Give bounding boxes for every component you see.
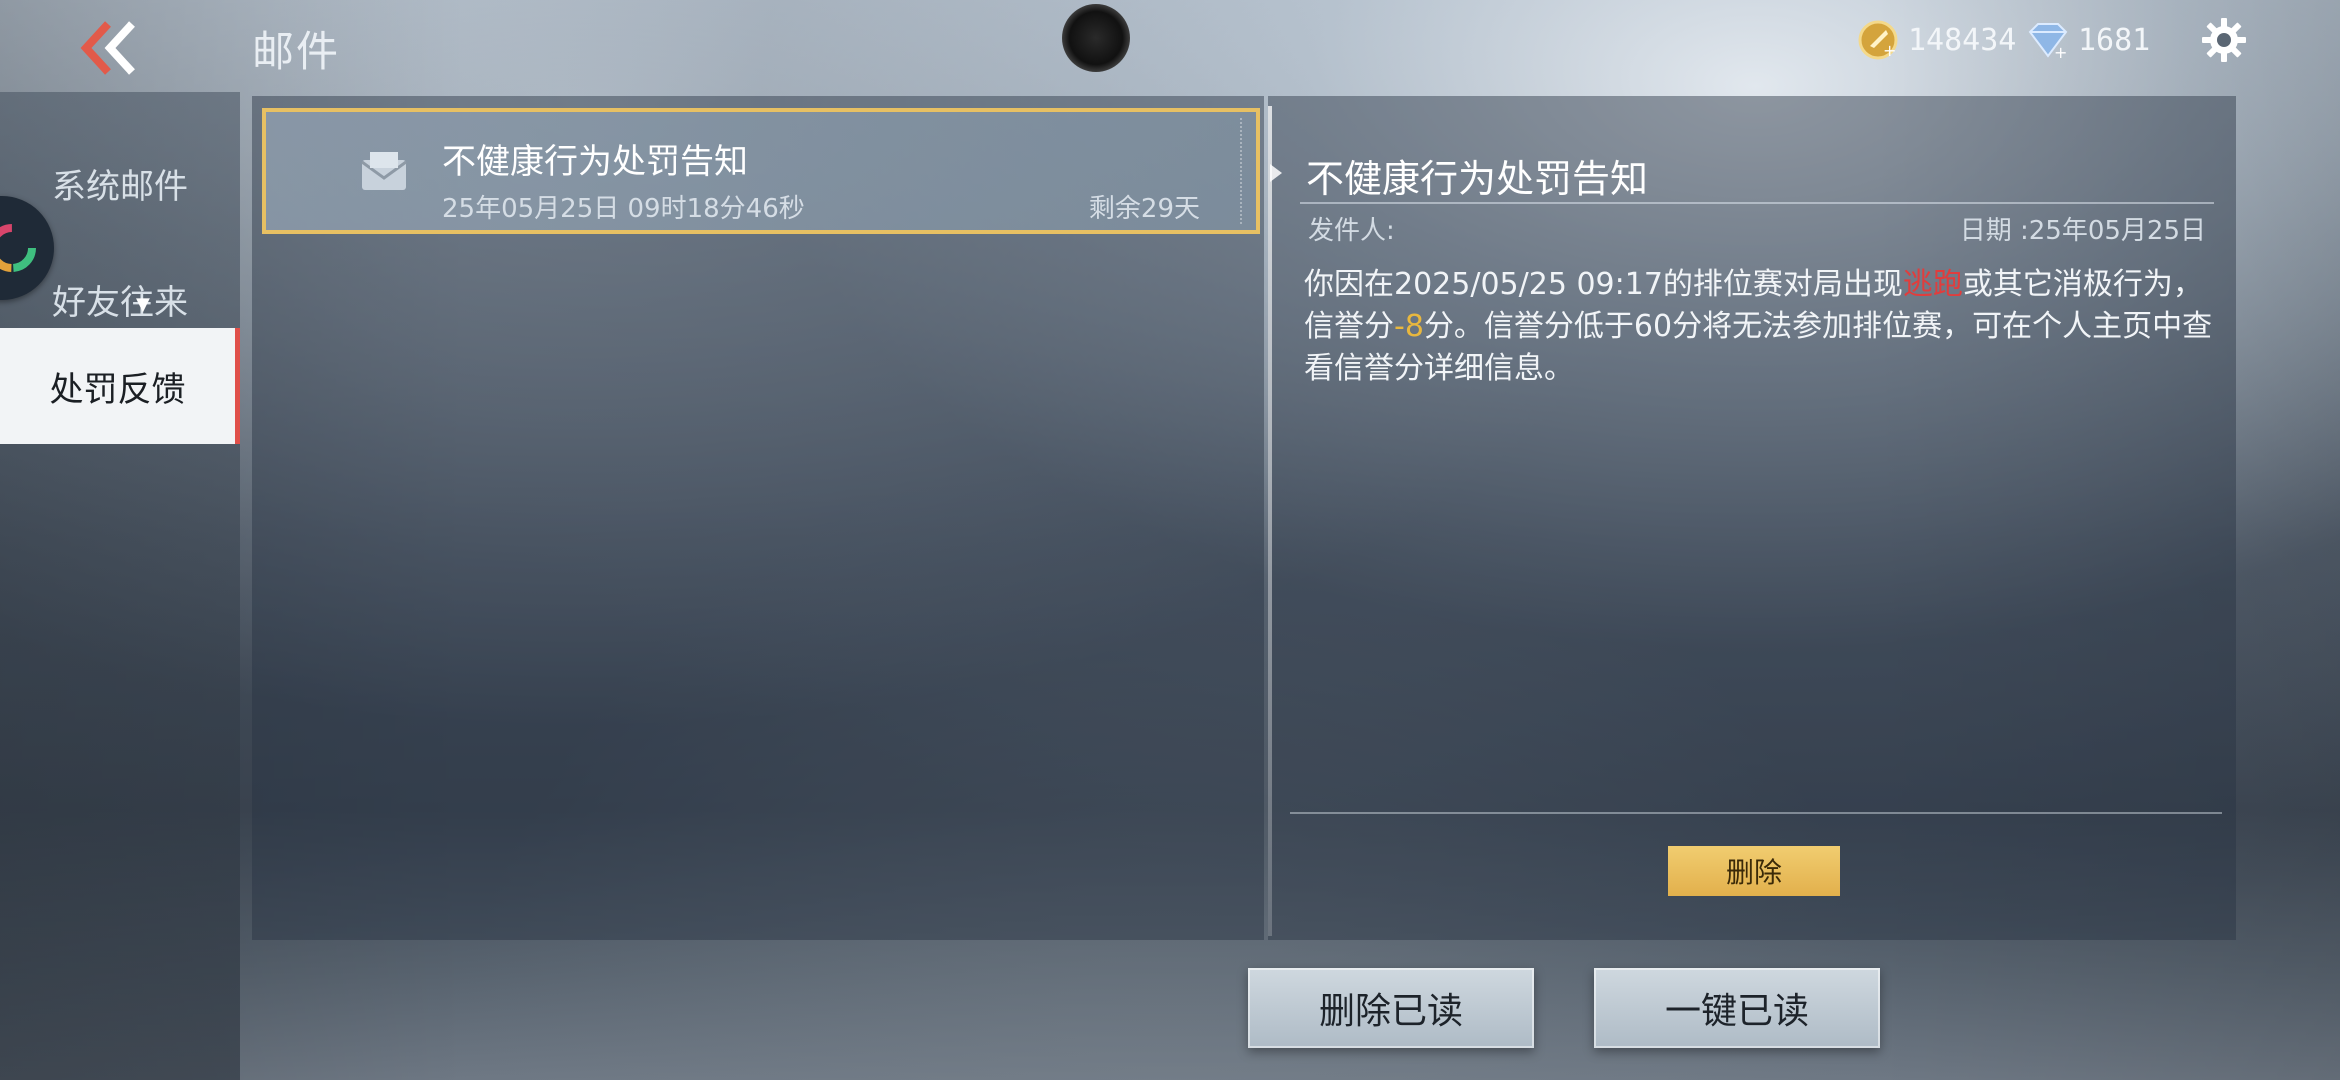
svg-text:+: +	[2054, 43, 2067, 62]
sidebar-item-label: 处罚反馈	[49, 369, 186, 410]
detail-title: 不健康行为处罚告知	[1306, 157, 1649, 201]
delete-read-button[interactable]: 删除已读	[1248, 968, 1534, 1048]
panel-divider	[1268, 106, 1272, 936]
mark-all-read-button[interactable]: 一键已读	[1594, 968, 1880, 1048]
diamond-icon: +	[2028, 23, 2067, 62]
body-highlight-red: 逃跑	[1902, 267, 1963, 302]
gear-icon	[2202, 18, 2246, 62]
gold-currency[interactable]: + 148434	[1856, 18, 2016, 62]
mail-list-item[interactable]: 不健康行为处罚告知 25年05月25日 09时18分46秒 剩余29天	[262, 108, 1260, 234]
diamond-amount: 1681	[2078, 22, 2151, 58]
delete-read-label: 删除已读	[1318, 991, 1463, 1032]
envelope-icon	[361, 152, 407, 190]
sidebar-item-penalty-feedback[interactable]: 处罚反馈	[0, 328, 240, 444]
gold-amount: 148434	[1908, 22, 2017, 58]
delete-label: 删除	[1725, 856, 1782, 889]
body-text: 你因在2025/05/25 09:17的排位赛对局出现	[1304, 267, 1903, 302]
gold-coin-icon: +	[1858, 20, 1898, 60]
sidebar-item-label: 系统邮件	[52, 166, 188, 207]
detail-date: 日期 :25年05月25日	[1959, 216, 2206, 246]
mail-remaining-days: 剩余29天	[1088, 194, 1200, 224]
caret-down-icon: ▼	[136, 294, 150, 315]
item-divider	[1238, 118, 1242, 224]
delete-mail-button[interactable]: 删除	[1668, 846, 1840, 896]
diamond-currency[interactable]: + 1681	[2026, 18, 2150, 62]
sidebar-item-label: 好友往来	[52, 282, 188, 323]
detail-body: 你因在2025/05/25 09:17的排位赛对局出现逃跑或其它消极行为，信誉分…	[1304, 264, 2224, 390]
camera-cutout	[1062, 4, 1130, 72]
back-button[interactable]	[80, 20, 140, 76]
mail-subject: 不健康行为处罚告知	[442, 142, 748, 182]
settings-button[interactable]	[2200, 16, 2248, 64]
svg-text:+: +	[1883, 41, 1896, 60]
mark-all-read-label: 一键已读	[1664, 991, 1809, 1032]
double-chevron-left-icon	[80, 21, 135, 75]
page-title: 邮件	[252, 27, 341, 76]
body-highlight-gold: -8	[1394, 309, 1424, 344]
mail-timestamp: 25年05月25日 09时18分46秒	[442, 194, 805, 224]
selection-pointer-icon	[1270, 164, 1282, 182]
detail-footer-divider	[1290, 812, 2222, 814]
body-text: 分。信誉分低于60分将无法参加排位赛，可在个人主页中查看信誉分详细信息。	[1304, 309, 2213, 386]
detail-sender: 发件人:	[1308, 216, 1395, 246]
detail-divider	[1300, 202, 2214, 204]
